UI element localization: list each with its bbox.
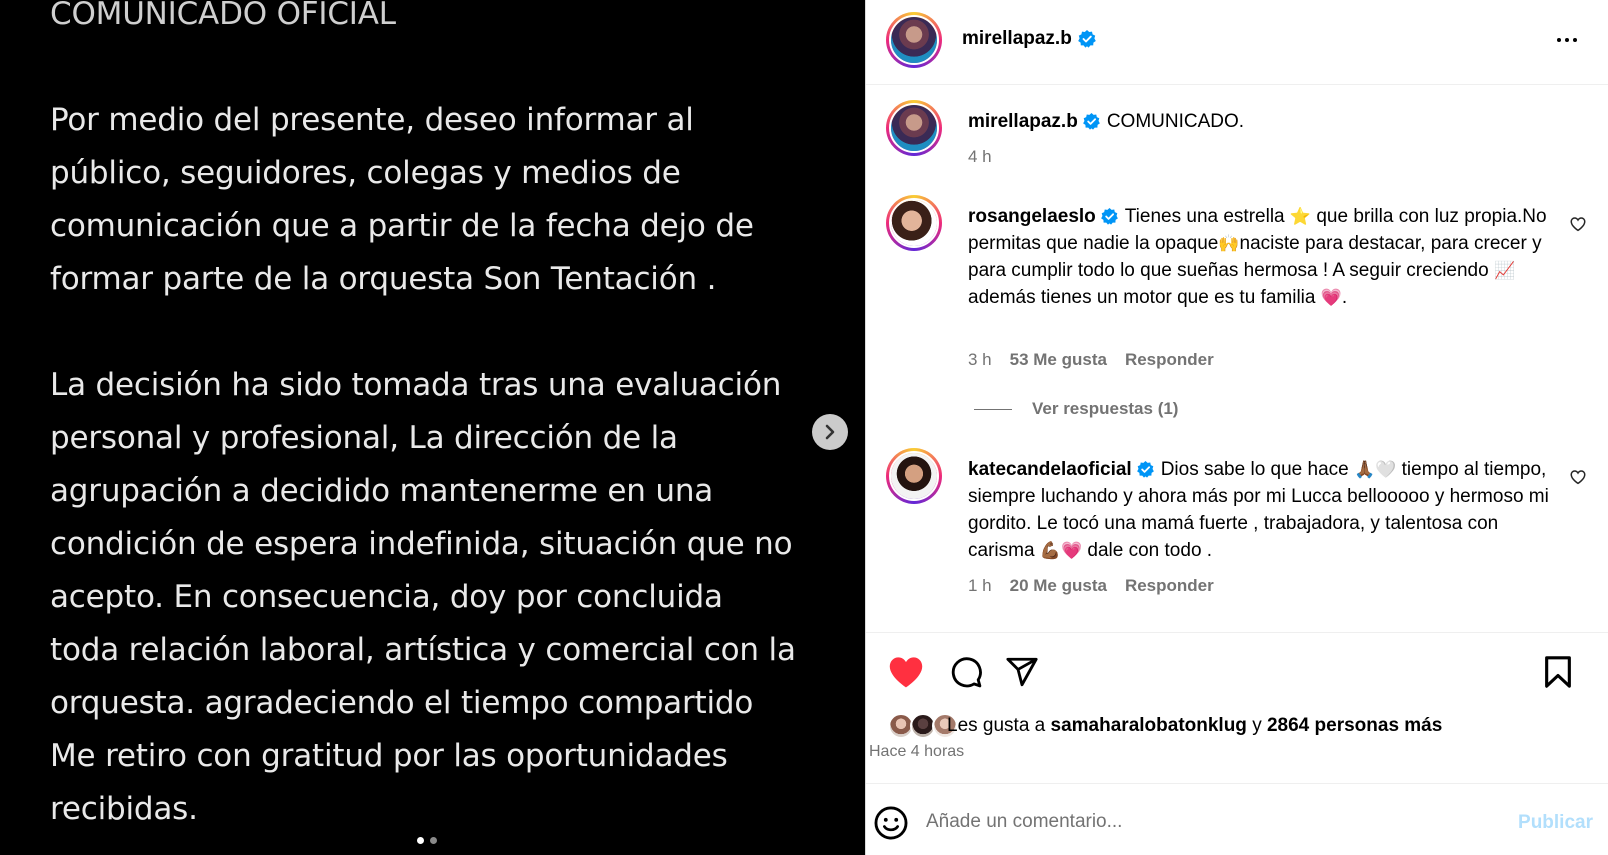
carousel-dot <box>417 837 424 844</box>
post-image-text: COMUNICADO OFICIAL Por medio del present… <box>50 0 840 836</box>
comment-text: Dios sabe lo que hace <box>1160 459 1354 480</box>
post-line: comunicación que a partir de la fecha de… <box>50 208 754 244</box>
verified-icon <box>1136 461 1154 479</box>
carousel-next-button[interactable] <box>812 414 848 450</box>
bookmark-icon <box>1545 656 1571 688</box>
caption-time[interactable]: 4 h <box>968 147 992 167</box>
comment-time[interactable]: 1 h <box>968 576 992 596</box>
comment-text: . <box>1341 287 1348 308</box>
comment-likes[interactable]: 20 Me gusta <box>1010 576 1107 596</box>
more-icon <box>1557 38 1561 42</box>
comment-composer: Publicar <box>866 783 1608 855</box>
comment-text: Tienes una estrella <box>1124 206 1290 227</box>
post-sidebar: mirellapaz.b mirellapaz.b COMUNICADO. 4 h <box>865 0 1608 855</box>
replies-line <box>974 408 1012 410</box>
comment-body: rosangelaeslo Tienes una estrella ⭐ que b… <box>968 203 1553 311</box>
heart-icon <box>889 657 923 688</box>
share-button[interactable] <box>1002 652 1042 692</box>
star-emoji: ⭐ <box>1289 207 1312 226</box>
carousel-dot <box>430 837 437 844</box>
post-line: Por medio del presente, deseo informar a… <box>50 102 694 138</box>
praying-hands-emoji: 🙏🏾 <box>1354 460 1376 479</box>
liker-username[interactable]: samaharalobatonklug <box>1051 715 1247 736</box>
post-line: recibidas. <box>50 791 198 827</box>
header-username[interactable]: mirellapaz.b <box>962 28 1097 50</box>
comment-button[interactable] <box>946 652 986 692</box>
post-line: acepto. En consecuencia, doy por conclui… <box>50 579 723 615</box>
post-line: público, seguidores, colegas y medios de <box>50 155 681 191</box>
verified-icon <box>1100 208 1118 226</box>
comment-text: dale con todo . <box>1082 540 1213 561</box>
comment-body: katecandelaoficial Dios sabe lo que hace … <box>968 456 1553 564</box>
post-line: Me retiro con gratitud por las oportunid… <box>50 738 728 774</box>
more-options-button[interactable] <box>1552 30 1582 50</box>
post-line: La decisión ha sido tomada tras una eval… <box>50 367 782 403</box>
verified-icon <box>1078 29 1096 48</box>
post-line: condición de espera indefinida, situació… <box>50 526 793 562</box>
caption-body: mirellapaz.b COMUNICADO. <box>968 108 1553 135</box>
share-icon <box>1006 657 1038 687</box>
carousel-indicator <box>417 837 437 844</box>
post-timestamp[interactable]: Hace 4 horas <box>869 743 964 761</box>
likes-summary: Les gusta a samaharalobatonklug y 2864 p… <box>866 713 1608 743</box>
post-header: mirellapaz.b <box>866 0 1608 85</box>
post-line: personal y profesional, La dirección de … <box>50 420 678 456</box>
white-heart-emoji: 🤍 <box>1375 460 1397 479</box>
comment-meta: 1 h 20 Me gusta Responder <box>968 576 1214 596</box>
likes-count[interactable]: 2864 personas más <box>1267 715 1442 736</box>
caption-meta: 4 h <box>968 147 992 167</box>
view-replies-label[interactable]: Ver respuestas (1) <box>1032 399 1178 419</box>
chevron-right-icon <box>825 424 835 440</box>
reply-button[interactable]: Responder <box>1125 350 1214 370</box>
comments-section: mirellapaz.b COMUNICADO. 4 h rosangelaesl… <box>866 85 1608 633</box>
comment-username[interactable]: rosangelaeslo <box>968 206 1096 227</box>
post-line: agrupación a decidido mantenerme en una <box>50 473 714 509</box>
caption-username[interactable]: mirellapaz.b <box>968 111 1078 132</box>
reply-button[interactable]: Responder <box>1125 576 1214 596</box>
comment-text: además tienes un motor que es tu familia <box>968 287 1321 308</box>
post-heading: COMUNICADO OFICIAL <box>50 0 396 32</box>
avatar[interactable] <box>886 448 942 504</box>
heart-emoji: 💗 <box>1060 541 1083 560</box>
post-line: toda relación laboral, artística y comer… <box>50 632 796 668</box>
publish-button[interactable]: Publicar <box>1518 812 1593 834</box>
chart-emoji: 📈 <box>1493 261 1516 280</box>
view-replies-button[interactable]: Ver respuestas (1) <box>974 399 1178 419</box>
action-bar <box>866 652 1608 696</box>
post-line: formar parte de la orquesta Son Tentació… <box>50 261 717 297</box>
comment-like-icon[interactable] <box>1569 215 1587 233</box>
caption-text: COMUNICADO. <box>1106 111 1245 132</box>
likes-prefix: Les gusta a <box>947 715 1051 736</box>
header-username-text[interactable]: mirellapaz.b <box>962 28 1072 49</box>
avatar[interactable] <box>886 100 942 156</box>
emoji-icon[interactable] <box>872 804 910 842</box>
likes-middle: y <box>1246 715 1267 736</box>
raised-hands-emoji: 🙌 <box>1218 234 1240 253</box>
save-button[interactable] <box>1538 652 1578 692</box>
avatar[interactable] <box>886 12 942 68</box>
avatar[interactable] <box>886 195 942 251</box>
comment-likes[interactable]: 53 Me gusta <box>1010 350 1107 370</box>
comment-time[interactable]: 3 h <box>968 350 992 370</box>
comment-meta: 3 h 53 Me gusta Responder <box>968 350 1214 370</box>
comment-icon <box>951 657 982 688</box>
post-media: COMUNICADO OFICIAL Por medio del present… <box>0 0 865 855</box>
verified-icon <box>1082 113 1100 131</box>
post-line: orquesta. agradeciendo el tiempo compart… <box>50 685 754 721</box>
likes-text: Les gusta a samaharalobatonklug y 2864 p… <box>947 715 1442 737</box>
heart-emoji: 💗 <box>1320 288 1342 307</box>
comment-like-icon[interactable] <box>1569 468 1587 486</box>
comment-username[interactable]: katecandelaoficial <box>968 459 1132 480</box>
like-button[interactable] <box>886 652 926 692</box>
flexed-biceps-emoji: 💪🏾 <box>1039 541 1061 560</box>
comment-input[interactable] <box>926 802 1446 842</box>
